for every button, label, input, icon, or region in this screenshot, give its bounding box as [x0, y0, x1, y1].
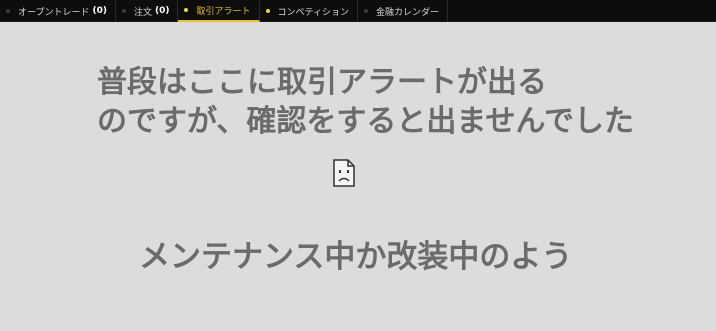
- tab-label: 注文: [133, 7, 152, 18]
- tab-economic-calendar[interactable]: 金融カレンダー: [358, 0, 448, 22]
- tab-orders[interactable]: 注文 (0): [116, 0, 179, 22]
- tab-indicator-dot: [265, 9, 270, 13]
- trade-alerts-panel: 普段はここに取引アラートが出る のですが、確認をすると出ませんでした メンテナン…: [0, 22, 716, 331]
- tab-label: コンペティション: [277, 7, 349, 18]
- tab-trade-alerts[interactable]: 取引アラート: [178, 0, 260, 22]
- tab-label: 金融カレンダー: [375, 7, 439, 18]
- broken-image-icon: [331, 158, 357, 188]
- tab-bar: オープントレード (0) 注文 (0) 取引アラート コンペティション 金融カレ…: [0, 0, 716, 22]
- tab-competition[interactable]: コンペティション: [260, 0, 358, 22]
- tab-label: 取引アラート: [196, 6, 251, 17]
- tab-count: (0): [92, 6, 107, 16]
- tab-open-trades[interactable]: オープントレード (0): [0, 0, 116, 22]
- tab-indicator-dot: [184, 8, 189, 12]
- tab-indicator-dot: [121, 9, 126, 13]
- tab-indicator-dot: [6, 9, 10, 13]
- tab-indicator-dot: [363, 9, 368, 13]
- overlay-caption-line-3: メンテナンス中か改装中のよう: [139, 239, 573, 275]
- tab-label: オープントレード: [18, 7, 90, 18]
- overlay-caption-line-2: のですが、確認をすると出ませんでした: [97, 104, 634, 139]
- overlay-caption-line-1: 普段はここに取引アラートが出る: [97, 65, 547, 100]
- tab-count: (0): [154, 6, 170, 16]
